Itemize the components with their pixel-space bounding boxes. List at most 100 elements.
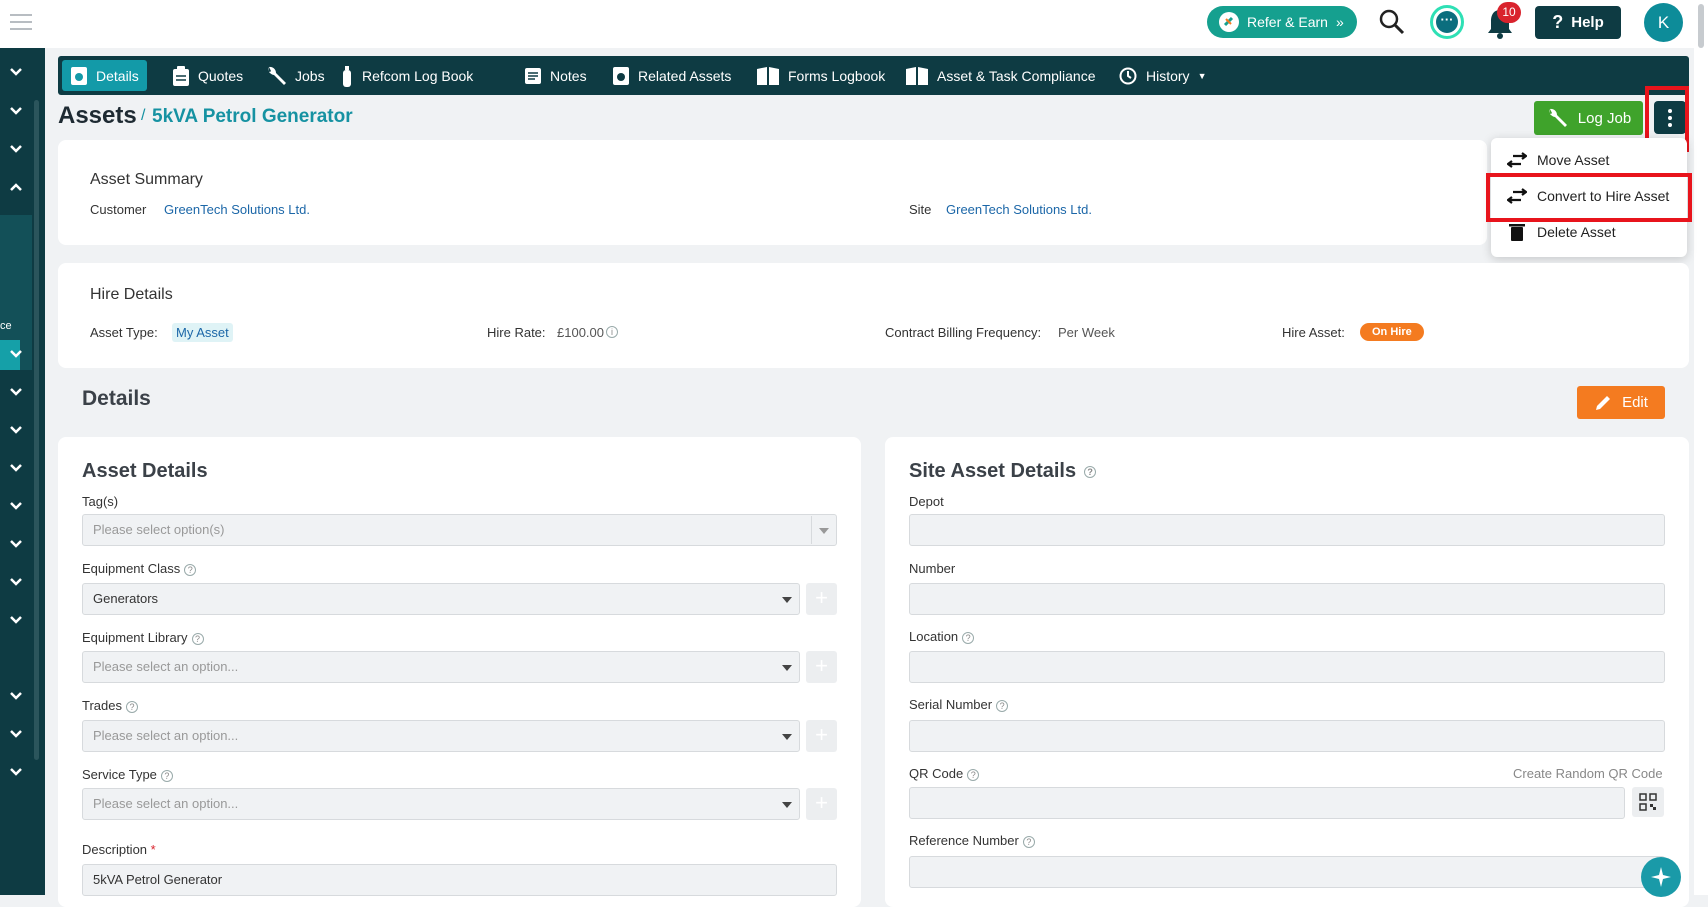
history-icon [1119, 67, 1137, 84]
create-random-qr-link[interactable]: Create Random QR Code [1513, 766, 1663, 781]
title-text: Site Asset Details [909, 460, 1077, 482]
location-label: Location? [909, 629, 975, 644]
equipment-class-select[interactable]: Generators [82, 583, 800, 615]
chat-icon[interactable]: ··· [1430, 5, 1464, 39]
help-icon[interactable]: ? [962, 631, 975, 644]
caret-down-icon: ▼ [1197, 70, 1207, 81]
breadcrumb-separator: / [141, 107, 146, 124]
menu-item-label: Move Asset [1537, 152, 1610, 168]
edit-button[interactable]: Edit [1577, 386, 1665, 419]
chevron-down-icon [782, 734, 792, 740]
tab-related-assets[interactable]: Related Assets [604, 60, 739, 91]
sparkle-icon [1651, 867, 1671, 887]
chevron-down-icon[interactable] [9, 539, 23, 549]
add-equipment-class-button[interactable]: + [806, 583, 837, 615]
breadcrumb-assets[interactable]: Assets [58, 102, 137, 130]
help-button[interactable]: ? Help [1535, 6, 1621, 39]
add-equipment-library-button[interactable]: + [806, 651, 837, 683]
service-type-select[interactable]: Please select an option... [82, 788, 800, 820]
label-text: QR Code [909, 766, 964, 781]
clipboard-icon [173, 65, 189, 86]
tab-label: Refcom Log Book [362, 67, 474, 84]
tab-quotes[interactable]: Quotes [164, 60, 251, 91]
tab-history[interactable]: History ▼ [1110, 60, 1214, 91]
chevron-up-icon[interactable] [9, 182, 23, 192]
tab-details[interactable]: Details [62, 60, 147, 91]
trades-select[interactable]: Please select an option... [82, 720, 800, 752]
trades-label: Trades? [82, 698, 138, 713]
service-type-label: Service Type? [82, 767, 173, 782]
tab-refcom-log-book[interactable]: Refcom Log Book [332, 60, 481, 91]
chevron-down-icon[interactable] [9, 767, 23, 777]
hamburger-menu-icon[interactable] [10, 14, 32, 32]
help-icon[interactable]: ? [1084, 465, 1097, 478]
help-icon[interactable]: ? [191, 632, 204, 645]
chevron-down-icon[interactable] [9, 501, 23, 511]
details-title: Details [82, 387, 151, 410]
add-trade-button[interactable]: + [806, 720, 837, 752]
asset-icon [613, 66, 629, 85]
tab-forms-logbook[interactable]: Forms Logbook [748, 60, 893, 91]
help-icon[interactable]: ? [996, 699, 1009, 712]
location-field[interactable] [909, 651, 1665, 683]
chevron-down-icon[interactable] [9, 615, 23, 625]
refer-logo-icon [1219, 12, 1239, 32]
qr-code-icon[interactable] [1632, 787, 1664, 817]
chevron-down-icon[interactable] [9, 349, 23, 359]
tab-jobs[interactable]: Jobs [257, 60, 333, 91]
tab-notes[interactable]: Notes [516, 60, 595, 91]
reference-number-field[interactable] [909, 856, 1665, 888]
site-link[interactable]: GreenTech Solutions Ltd. [946, 202, 1092, 217]
chevron-down-icon[interactable] [9, 144, 23, 154]
chevron-down-icon[interactable] [9, 425, 23, 435]
help-icon[interactable]: ? [160, 769, 173, 782]
chevron-down-icon[interactable] [9, 691, 23, 701]
book-icon [906, 66, 928, 85]
help-icon[interactable]: ? [125, 700, 138, 713]
chevron-down-icon[interactable] [9, 67, 23, 77]
chevron-down-icon[interactable] [9, 577, 23, 587]
number-field[interactable] [909, 583, 1665, 615]
page-title: 5kVA Petrol Generator [152, 106, 353, 127]
refer-earn-label: Refer & Earn [1247, 14, 1328, 30]
hire-details-card: Hire Details Asset Type: My Asset Hire R… [58, 263, 1689, 368]
equipment-library-select[interactable]: Please select an option... [82, 651, 800, 683]
trash-icon [1509, 224, 1525, 241]
wrench-icon [1549, 108, 1567, 127]
tab-label: Asset & Task Compliance [937, 67, 1096, 84]
tab-asset-task-compliance[interactable]: Asset & Task Compliance [897, 60, 1103, 91]
page-scrollbar[interactable] [1694, 0, 1708, 895]
avatar[interactable]: K [1644, 3, 1683, 42]
help-icon[interactable]: ? [1022, 835, 1035, 848]
sidebar-scrollbar[interactable] [34, 100, 39, 760]
search-icon[interactable] [1378, 8, 1406, 36]
tags-label: Tag(s) [82, 494, 119, 509]
customer-link[interactable]: GreenTech Solutions Ltd. [164, 202, 310, 217]
serial-number-field[interactable] [909, 720, 1665, 752]
log-job-button[interactable]: Log Job [1534, 101, 1643, 135]
description-field[interactable]: 5kVA Petrol Generator [82, 864, 837, 896]
description-label: Description * [82, 842, 156, 857]
chevron-down-icon[interactable] [9, 387, 23, 397]
depot-field[interactable] [909, 514, 1665, 546]
equipment-class-label: Equipment Class? [82, 561, 197, 576]
billing-frequency-value: Per Week [1058, 325, 1115, 340]
tags-select[interactable]: Please select option(s) [82, 514, 837, 546]
qr-code-field[interactable] [909, 787, 1625, 819]
billing-frequency-label: Contract Billing Frequency: [885, 325, 1042, 340]
ai-assistant-button[interactable] [1641, 857, 1681, 897]
required-mark: * [150, 842, 156, 857]
help-icon[interactable]: ? [967, 768, 980, 781]
sidebar-item-label[interactable]: ce [0, 320, 12, 332]
chevron-down-icon[interactable] [9, 106, 23, 116]
help-icon[interactable]: ? [184, 563, 197, 576]
label-text: Equipment Library [82, 630, 188, 645]
refer-earn-button[interactable]: Refer & Earn » [1207, 6, 1357, 38]
menu-item-label: Delete Asset [1537, 224, 1616, 240]
info-icon[interactable]: i [606, 326, 618, 338]
move-asset-menu-item[interactable]: Move Asset [1507, 145, 1609, 175]
add-service-type-button[interactable]: + [806, 788, 837, 820]
chevron-down-icon[interactable] [9, 463, 23, 473]
chevron-down-icon [782, 802, 792, 808]
chevron-down-icon[interactable] [9, 729, 23, 739]
